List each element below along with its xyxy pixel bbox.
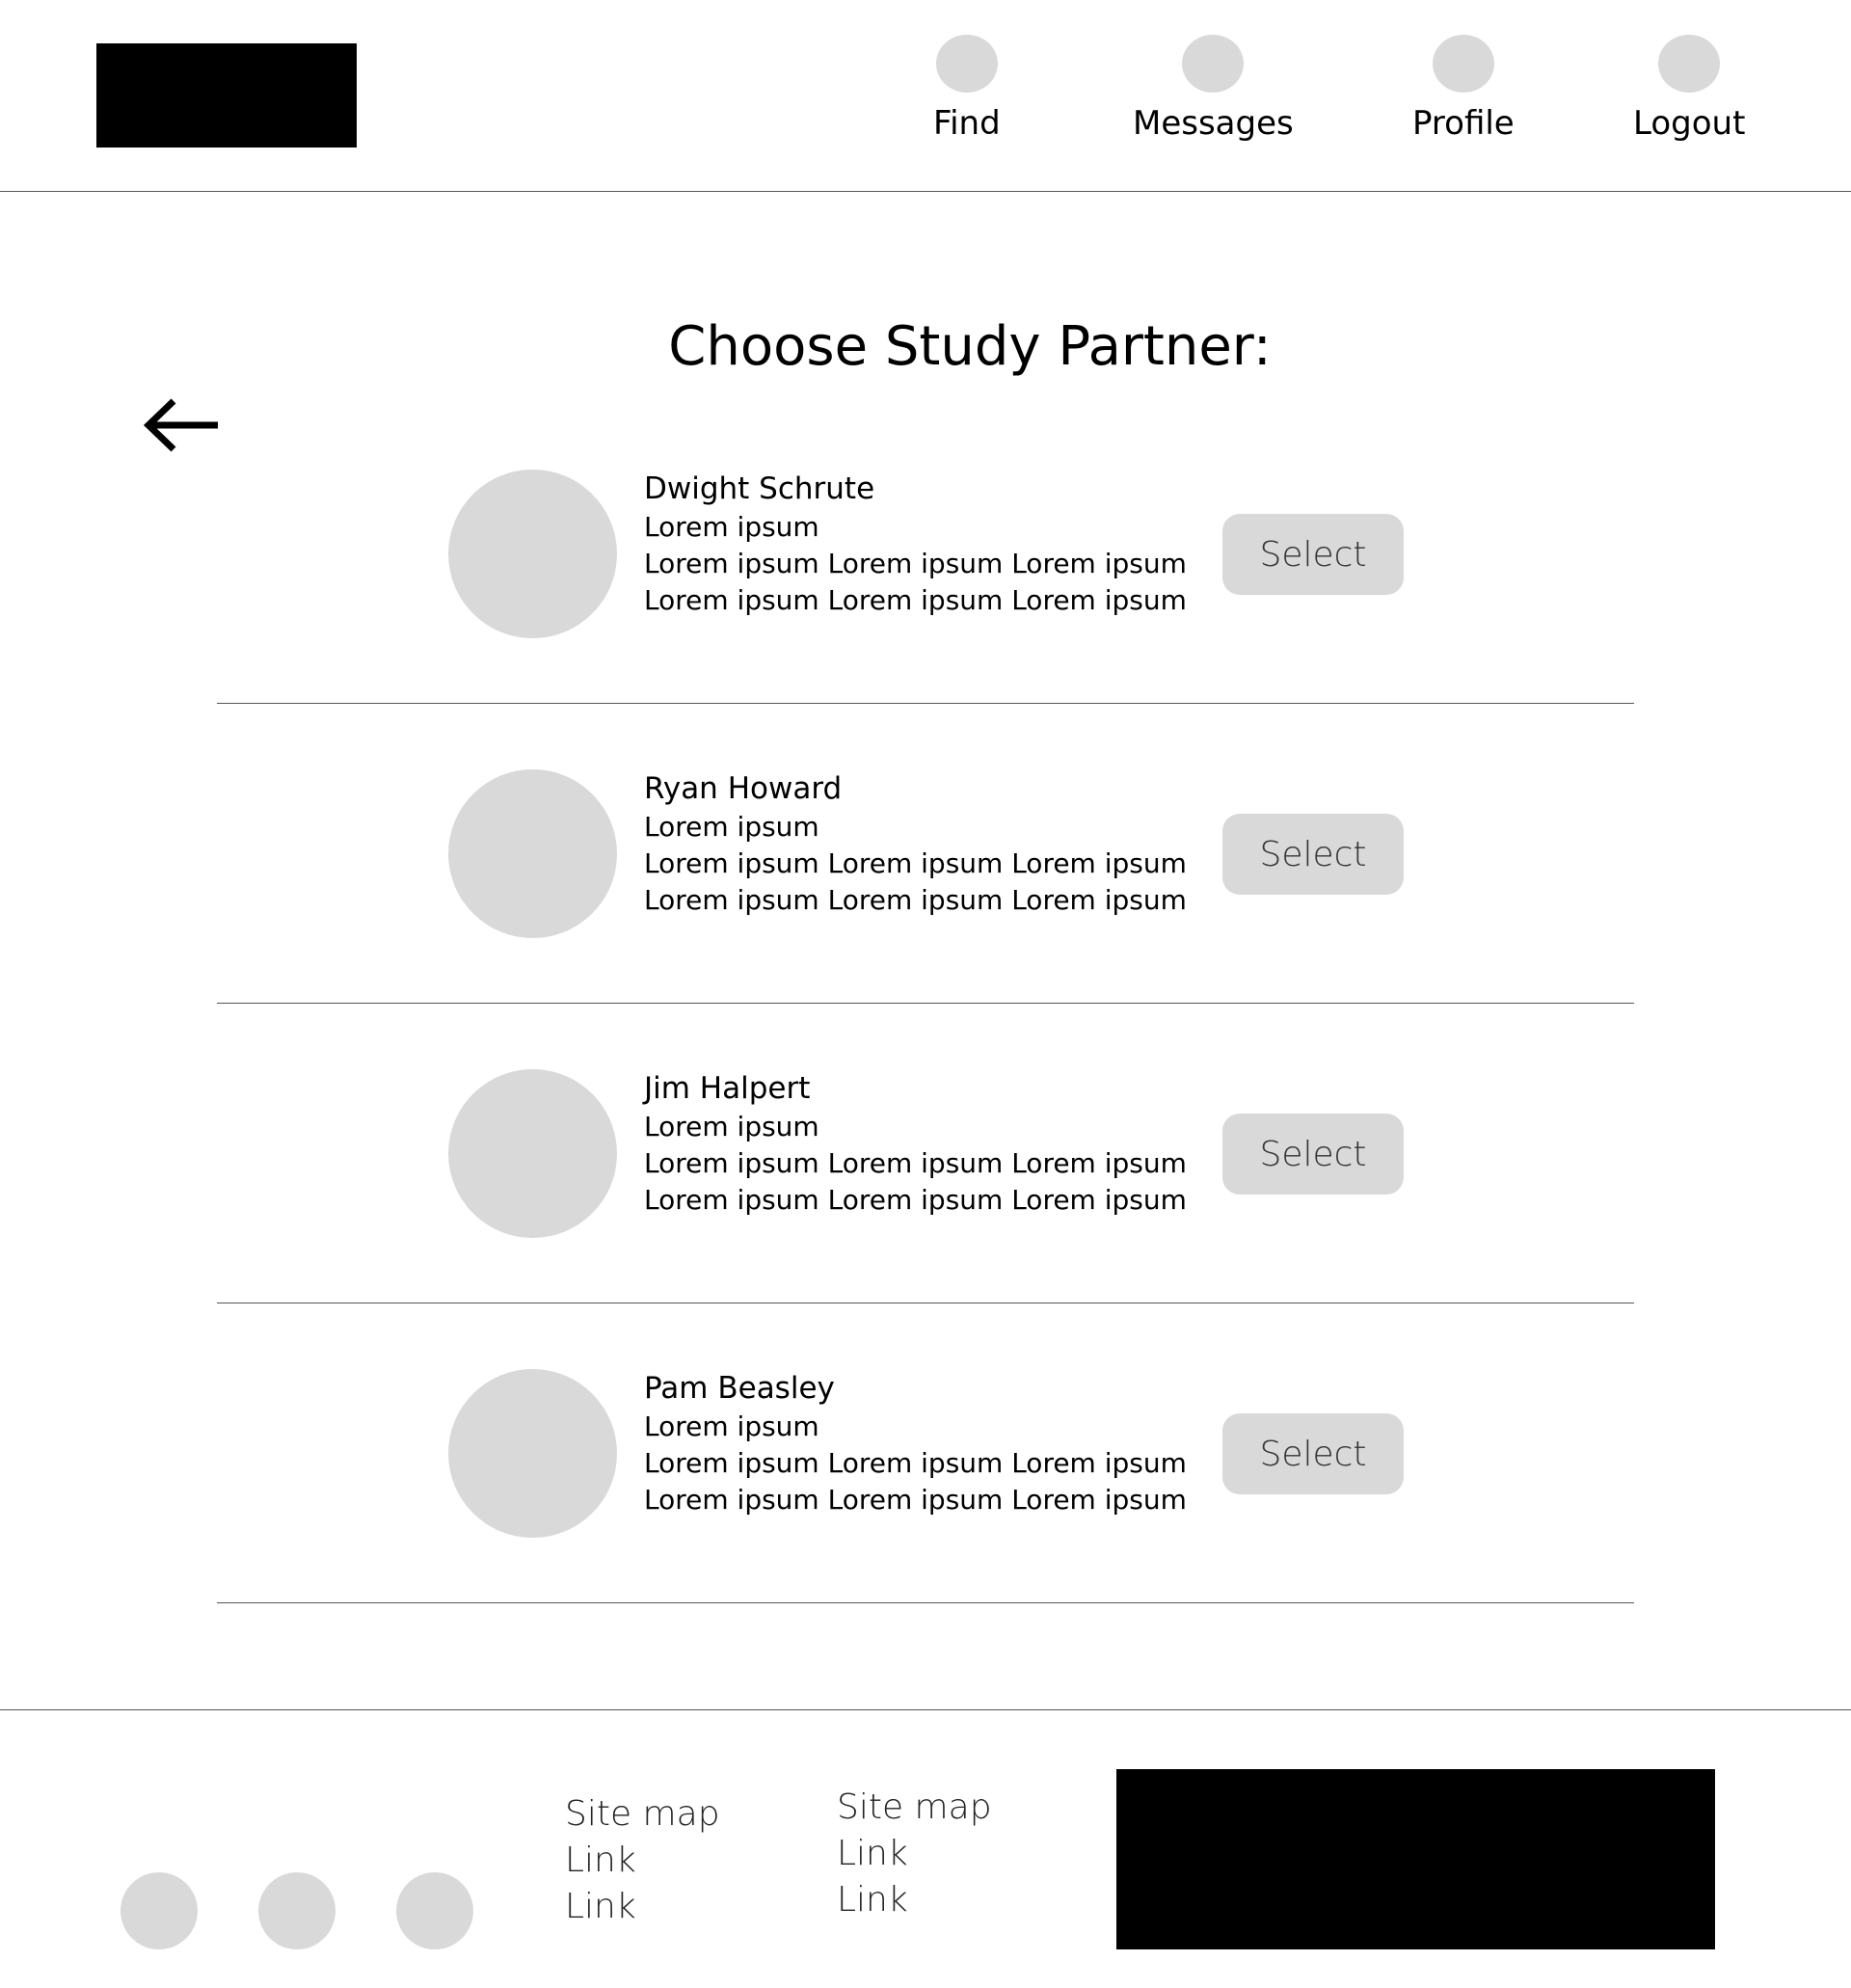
footer-link[interactable]: Link: [565, 1884, 720, 1930]
footer-link[interactable]: Link: [837, 1831, 992, 1877]
header-divider: [0, 191, 1851, 192]
nav-profile-label: Profile: [1412, 104, 1515, 143]
social-icon[interactable]: [396, 1872, 473, 1949]
footer-links-column: Site map Link Link: [837, 1785, 992, 1923]
footer-divider: [0, 1709, 1851, 1710]
avatar: [448, 769, 617, 938]
select-button[interactable]: Select: [1222, 814, 1404, 895]
partner-description: Lorem ipsum Lorem ipsum Lorem ipsum: [644, 1447, 1187, 1479]
footer-link-sitemap[interactable]: Site map: [565, 1791, 720, 1838]
nav-find[interactable]: Find: [933, 35, 1001, 145]
partner-info: Pam Beasley Lorem ipsum Lorem ipsum Lore…: [644, 1368, 1187, 1518]
avatar: [448, 1369, 617, 1538]
nav-profile[interactable]: Profile: [1412, 35, 1515, 145]
footer-link[interactable]: Link: [565, 1838, 720, 1884]
nav-logout-icon: [1658, 35, 1721, 93]
logo[interactable]: [96, 43, 357, 148]
partner-description: Lorem ipsum Lorem ipsum Lorem ipsum: [644, 1147, 1187, 1179]
partner-row: Jim Halpert Lorem ipsum Lorem ipsum Lore…: [217, 1003, 1634, 1303]
arrow-left-icon[interactable]: [143, 395, 220, 455]
partner-description: Lorem ipsum Lorem ipsum Lorem ipsum: [644, 847, 1187, 879]
partner-row: Dwight Schrute Lorem ipsum Lorem ipsum L…: [217, 403, 1634, 704]
partner-info: Jim Halpert Lorem ipsum Lorem ipsum Lore…: [644, 1068, 1187, 1219]
partner-subtitle: Lorem ipsum: [644, 1410, 819, 1442]
partner-name: Pam Beasley: [644, 1371, 835, 1406]
select-button[interactable]: Select: [1222, 1413, 1404, 1494]
footer-banner: [1116, 1769, 1715, 1949]
partner-description: Lorem ipsum Lorem ipsum Lorem ipsum: [644, 1484, 1187, 1516]
footer-link-sitemap[interactable]: Site map: [837, 1785, 992, 1831]
avatar: [448, 470, 617, 638]
partner-description: Lorem ipsum Lorem ipsum Lorem ipsum: [644, 548, 1187, 579]
select-button[interactable]: Select: [1222, 514, 1404, 595]
partner-name: Jim Halpert: [644, 1071, 811, 1106]
nav-logout-label: Logout: [1633, 104, 1746, 143]
nav-messages-label: Messages: [1133, 104, 1294, 143]
nav-find-icon: [935, 35, 998, 93]
nav-messages[interactable]: Messages: [1133, 35, 1294, 145]
footer-links-column: Site map Link Link: [565, 1791, 720, 1930]
avatar: [448, 1069, 617, 1238]
select-button[interactable]: Select: [1222, 1114, 1404, 1195]
page-title: Choose Study Partner:: [668, 315, 1272, 378]
social-icon[interactable]: [258, 1872, 335, 1949]
partner-subtitle: Lorem ipsum: [644, 1111, 819, 1142]
partner-info: Ryan Howard Lorem ipsum Lorem ipsum Lore…: [644, 768, 1187, 919]
partner-name: Ryan Howard: [644, 771, 843, 806]
partner-row: Ryan Howard Lorem ipsum Lorem ipsum Lore…: [217, 703, 1634, 1004]
partner-name: Dwight Schrute: [644, 471, 875, 506]
partner-description: Lorem ipsum Lorem ipsum Lorem ipsum: [644, 1184, 1187, 1216]
nav-logout[interactable]: Logout: [1633, 35, 1745, 145]
footer-link[interactable]: Link: [837, 1877, 992, 1923]
nav-profile-icon: [1432, 35, 1494, 93]
partner-info: Dwight Schrute Lorem ipsum Lorem ipsum L…: [644, 469, 1187, 619]
partner-description: Lorem ipsum Lorem ipsum Lorem ipsum: [644, 884, 1187, 916]
partner-description: Lorem ipsum Lorem ipsum Lorem ipsum: [644, 584, 1187, 616]
partner-subtitle: Lorem ipsum: [644, 511, 819, 543]
social-icon[interactable]: [121, 1872, 198, 1949]
nav-find-label: Find: [933, 104, 1001, 143]
nav-messages-icon: [1182, 35, 1245, 93]
partner-row: Pam Beasley Lorem ipsum Lorem ipsum Lore…: [217, 1303, 1634, 1603]
partner-subtitle: Lorem ipsum: [644, 811, 819, 843]
